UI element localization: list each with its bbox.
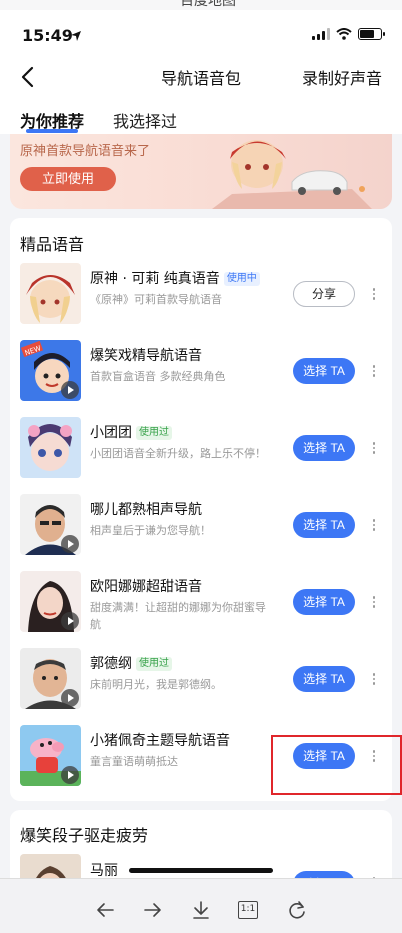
select-ta-button[interactable]: 选择 TA xyxy=(293,666,355,692)
voice-description: 童言童语萌萌抵达 xyxy=(90,755,178,768)
list-item[interactable]: 哪儿都熟相声导航 相声皇后于谦为您导航！ 选择 TA xyxy=(10,494,392,572)
voice-description: 床前明月光，我是郭德纲。 xyxy=(90,678,222,691)
more-options-icon[interactable] xyxy=(368,282,380,306)
play-icon[interactable] xyxy=(61,535,79,553)
used-badge: 使用过 xyxy=(136,657,172,671)
more-options-icon[interactable] xyxy=(368,513,380,537)
in-use-badge: 使用中 xyxy=(223,272,260,286)
play-icon[interactable] xyxy=(61,381,79,399)
more-options-icon[interactable] xyxy=(368,590,380,614)
back-icon[interactable] xyxy=(94,899,116,921)
home-indicator xyxy=(129,868,273,873)
voice-name: 小猪佩奇主题导航语音 xyxy=(90,733,230,749)
forward-icon[interactable] xyxy=(142,899,164,921)
list-item[interactable]: 欧阳娜娜超甜语音 甜度满满！让超甜的娜娜为你甜蜜导航 选择 TA xyxy=(10,571,392,649)
tab-indicator xyxy=(26,129,78,133)
voice-name: 哪儿都熟相声导航 xyxy=(90,502,202,518)
play-icon[interactable] xyxy=(61,689,79,707)
voice-thumbnail xyxy=(20,263,81,324)
section-title: 精品语音 xyxy=(20,235,85,254)
record-voice-link[interactable]: 录制好声音 xyxy=(302,65,382,89)
voice-description: 《原神》可莉首款导航语音 xyxy=(90,293,222,306)
nav-header: 导航语音包 录制好声音 xyxy=(0,56,402,98)
select-ta-button[interactable]: 选择 TA xyxy=(293,589,355,615)
list-item[interactable]: 小团团 使用过 小团团语音全新升级，路上乐不停！ 选择 TA xyxy=(10,417,392,495)
share-button[interactable]: 分享 xyxy=(293,281,355,307)
highlight-box xyxy=(271,735,402,795)
voice-thumbnail xyxy=(20,494,81,555)
play-icon[interactable] xyxy=(61,766,79,784)
voice-name: 小团团 使用过 xyxy=(90,422,172,442)
list-item[interactable]: 马丽 选择 TA xyxy=(10,810,392,915)
refresh-icon[interactable] xyxy=(286,899,308,921)
location-arrow-icon xyxy=(71,31,81,41)
status-bar: 15:49 xyxy=(0,10,402,56)
signal-icon xyxy=(312,28,330,40)
status-time: 15:49 xyxy=(22,26,73,45)
zoom-reset-icon[interactable]: 1:1 xyxy=(238,901,258,919)
tab-selected-before[interactable]: 我选择过 xyxy=(113,108,177,132)
browser-toolbar: 1:1 xyxy=(0,878,402,933)
promo-banner[interactable]: 原神首款导航语音来了 立即使用 xyxy=(10,134,392,209)
battery-icon xyxy=(358,28,385,40)
voice-name: 郭德纲 使用过 xyxy=(90,653,172,673)
used-badge: 使用过 xyxy=(136,426,172,440)
use-now-button[interactable]: 立即使用 xyxy=(20,167,116,191)
voice-name: 原神 · 可莉 纯真语音 使用中 xyxy=(90,268,260,288)
voice-thumbnail xyxy=(20,571,81,632)
banner-illustration xyxy=(212,140,372,209)
voice-thumbnail xyxy=(20,725,81,786)
select-ta-button[interactable]: 选择 TA xyxy=(293,435,355,461)
top-crop: 百度地图 xyxy=(0,0,402,10)
voice-description: 首款盲盒语音 多款经典角色 xyxy=(90,370,226,383)
voice-name: 爆笑戏精导航语音 xyxy=(90,348,202,364)
list-item[interactable]: NEW 爆笑戏精导航语音 首款盲盒语音 多款经典角色 选择 TA xyxy=(10,340,392,418)
voice-description: 小团团语音全新升级，路上乐不停！ xyxy=(90,447,266,460)
premium-voices-card: 精品语音 原神 · 可莉 纯真语音 使用中 《原神》可莉首款导航语音 分享 NEW xyxy=(10,218,392,801)
voice-thumbnail xyxy=(20,648,81,709)
more-options-icon[interactable] xyxy=(368,667,380,691)
status-indicators xyxy=(312,28,385,40)
more-options-icon[interactable] xyxy=(368,436,380,460)
list-item[interactable]: 郭德纲 使用过 床前明月光，我是郭德纲。 选择 TA xyxy=(10,648,392,726)
voice-description: 甜度满满！让超甜的娜娜为你甜蜜导航 xyxy=(90,601,266,631)
voice-thumbnail xyxy=(20,417,81,478)
play-icon[interactable] xyxy=(61,612,79,630)
voice-description: 相声皇后于谦为您导航！ xyxy=(90,524,211,537)
voice-name: 马丽 xyxy=(90,863,118,879)
voice-name: 欧阳娜娜超甜语音 xyxy=(90,579,202,595)
select-ta-button[interactable]: 选择 TA xyxy=(293,512,355,538)
banner-text: 原神首款导航语音来了 xyxy=(20,144,151,159)
wifi-icon xyxy=(336,28,352,40)
list-item[interactable]: 原神 · 可莉 纯真语音 使用中 《原神》可莉首款导航语音 分享 xyxy=(10,263,392,341)
voice-thumbnail: NEW xyxy=(20,340,81,401)
select-ta-button[interactable]: 选择 TA xyxy=(293,358,355,384)
more-options-icon[interactable] xyxy=(368,359,380,383)
tab-bar: 为你推荐 我选择过 xyxy=(0,98,402,134)
download-icon[interactable] xyxy=(190,899,212,921)
